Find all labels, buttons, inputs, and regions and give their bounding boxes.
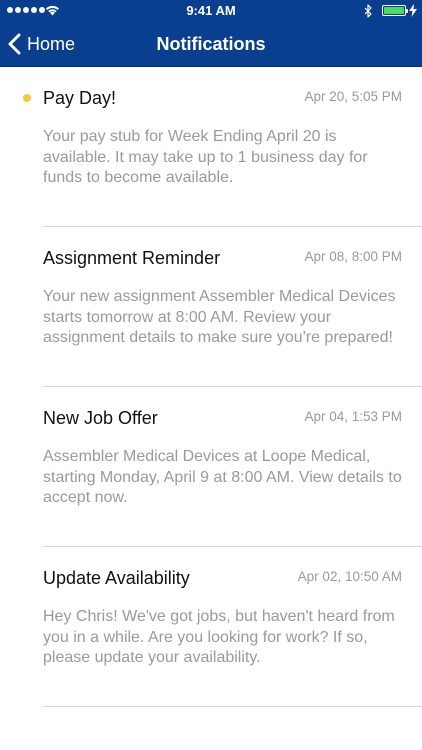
bluetooth-icon — [364, 4, 372, 18]
notification-item[interactable]: Pay Day! Apr 20, 5:05 PM Your pay stub f… — [0, 67, 422, 227]
status-time: 9:41 AM — [186, 3, 236, 18]
notification-time: Apr 20, 5:05 PM — [304, 89, 402, 104]
separator — [43, 706, 422, 707]
notification-body: Hey Chris! We've got jobs, but haven't h… — [43, 608, 395, 666]
notification-time: Apr 04, 1:53 PM — [304, 409, 402, 424]
navigation-bar: Home Notifications — [0, 22, 422, 66]
notification-title: Update Availability — [43, 568, 190, 588]
notification-body: Assembler Medical Devices at Loope Medic… — [43, 448, 402, 506]
header: 9:41 AM Home Notifications — [0, 0, 422, 67]
notification-list: Pay Day! Apr 20, 5:05 PM Your pay stub f… — [0, 67, 422, 707]
unread-dot-icon — [23, 94, 31, 102]
battery-fill — [384, 7, 404, 14]
notification-title: Assignment Reminder — [43, 248, 221, 268]
bolt-icon — [409, 4, 417, 17]
battery-icon — [382, 5, 408, 16]
notification-title: New Job Offer — [43, 408, 158, 428]
page-title: Notifications — [156, 34, 266, 54]
notification-time: Apr 08, 8:00 PM — [304, 249, 402, 264]
notification-body: Your new assignment Assembler Medical De… — [43, 288, 396, 346]
notification-body: Your pay stub for Week Ending April 20 i… — [43, 128, 368, 186]
notification-item[interactable]: Assignment Reminder Apr 08, 8:00 PM Your… — [0, 227, 422, 387]
notification-item[interactable]: Update Availability Apr 02, 10:50 AM Hey… — [0, 547, 422, 707]
notification-title: Pay Day! — [43, 88, 117, 108]
notification-item[interactable]: New Job Offer Apr 04, 1:53 PM Assembler … — [0, 387, 422, 547]
notification-time: Apr 02, 10:50 AM — [297, 569, 402, 584]
status-bar: 9:41 AM — [0, 0, 422, 22]
